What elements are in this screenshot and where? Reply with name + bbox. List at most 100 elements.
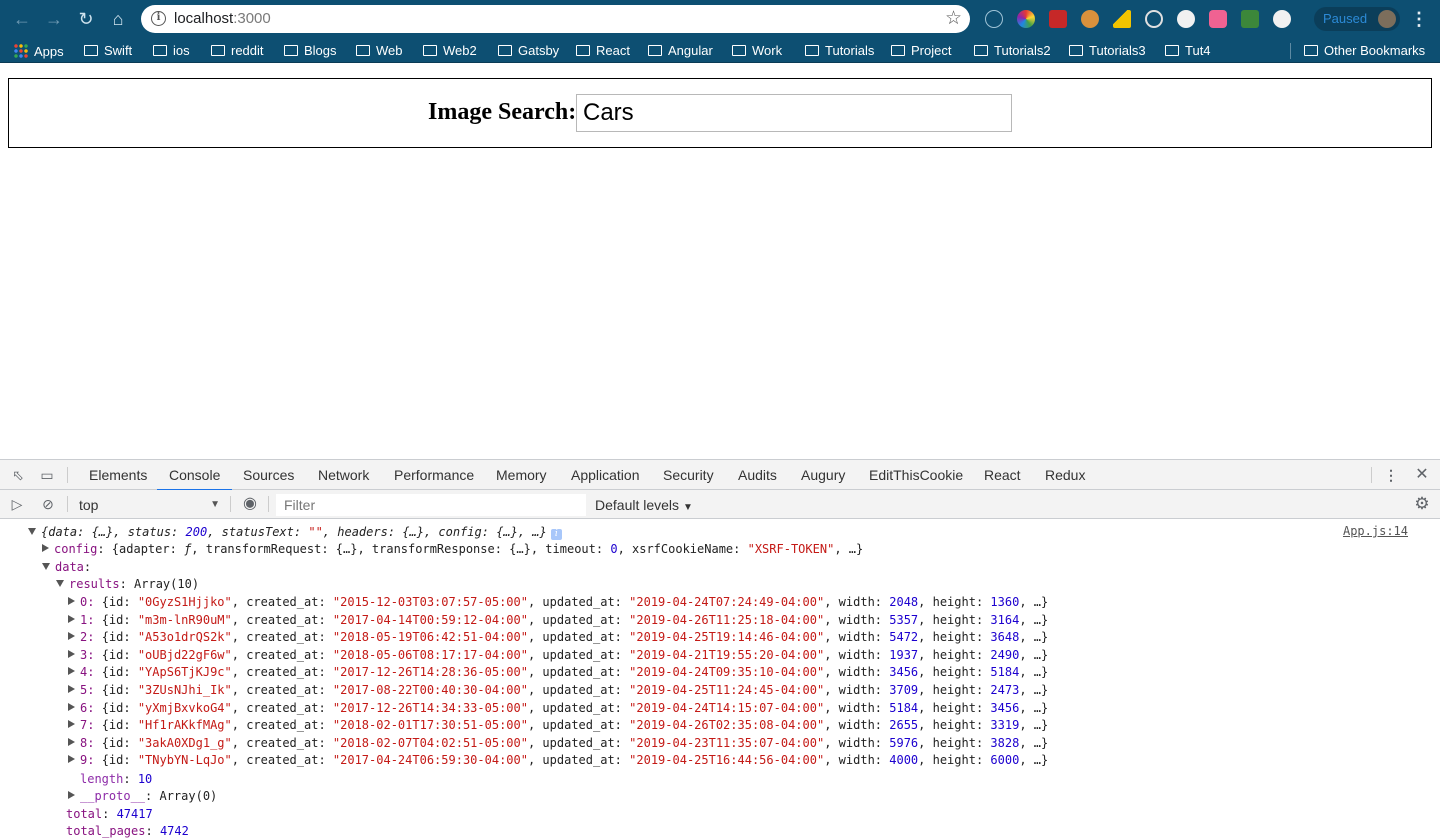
result-row[interactable]: 6: {id: "yXmjBxvkoG4", created_at: "2017… [68, 700, 1048, 717]
tab-network[interactable]: Network [318, 460, 369, 490]
config-row[interactable]: config: {adapter: ƒ, transformRequest: {… [42, 541, 863, 558]
tab-memory[interactable]: Memory [496, 460, 547, 490]
live-expression-eye-icon[interactable]: ◉ [241, 495, 259, 513]
expand-triangle-icon[interactable] [68, 737, 75, 746]
data-row[interactable]: data: [42, 559, 91, 576]
bookmark-folder-tutorials2[interactable]: Tutorials2 [974, 42, 1051, 60]
bookmark-apps[interactable]: Apps [14, 42, 64, 60]
result-row[interactable]: 7: {id: "Hf1rAKkfMAg", created_at: "2018… [68, 717, 1048, 734]
caret-down-icon: ▼ [682, 502, 693, 513]
extension-video-icon[interactable] [1209, 10, 1227, 28]
bookmark-folder-ios[interactable]: ios [153, 42, 190, 60]
bookmark-folder-react[interactable]: React [576, 42, 630, 60]
result-row[interactable]: 2: {id: "A53o1drQS2k", created_at: "2018… [68, 629, 1048, 646]
result-updated-at: "2019-04-26T11:25:18-04:00" [629, 612, 825, 627]
clear-console-icon[interactable]: ⊘ [39, 495, 57, 513]
expand-triangle-icon[interactable] [42, 563, 50, 570]
result-row[interactable]: 3: {id: "oUBjd22gF6w", created_at: "2018… [68, 647, 1048, 664]
extension-redux-icon[interactable] [1177, 10, 1195, 28]
bookmark-folder-web2[interactable]: Web2 [423, 42, 477, 60]
address-bar[interactable]: i localhost:3000 ☆ [141, 5, 970, 33]
context-selector[interactable]: top ▼ [79, 496, 225, 514]
expand-triangle-icon[interactable] [28, 528, 36, 535]
home-icon[interactable]: ⌂ [106, 7, 130, 31]
bookmark-folder-work[interactable]: Work [732, 42, 782, 60]
console-filter-input[interactable]: Filter [276, 494, 586, 516]
expand-triangle-icon[interactable] [42, 544, 49, 552]
inspect-element-icon[interactable]: ⬁ [9, 466, 27, 484]
expand-triangle-icon[interactable] [68, 685, 75, 693]
tab-security[interactable]: Security [663, 460, 714, 490]
device-toolbar-icon[interactable]: ▭ [38, 466, 56, 484]
tab-console[interactable]: Console [156, 460, 233, 491]
extension-node-icon[interactable] [1241, 10, 1259, 28]
tab-augury[interactable]: Augury [801, 460, 845, 490]
expand-triangle-icon[interactable] [68, 649, 75, 658]
bookmark-folder-tut4[interactable]: Tut4 [1165, 42, 1211, 60]
console-settings-gear-icon[interactable]: ⚙ [1413, 495, 1431, 513]
results-row[interactable]: results: Array(10) [56, 576, 199, 593]
expand-triangle-icon[interactable] [68, 720, 75, 729]
browser-menu-icon[interactable]: ⋮ [1410, 8, 1428, 30]
expand-triangle-icon[interactable] [68, 597, 75, 605]
expand-triangle-icon[interactable] [68, 667, 75, 676]
bookmark-folder-tutorials3[interactable]: Tutorials3 [1069, 42, 1146, 60]
bookmark-folder-web[interactable]: Web [356, 42, 403, 60]
forward-icon[interactable]: → [42, 7, 66, 31]
expand-triangle-icon[interactable] [68, 755, 75, 764]
result-height: 3319 [990, 718, 1020, 733]
result-height: 5184 [990, 665, 1020, 680]
expand-triangle-icon[interactable] [68, 791, 75, 799]
proto-row[interactable]: __proto__: Array(0) [68, 788, 217, 805]
bookmark-folder-other[interactable]: Other Bookmarks [1304, 42, 1425, 60]
tab-elements[interactable]: Elements [89, 460, 147, 490]
reload-icon[interactable]: ↻ [74, 7, 98, 31]
tab-editthiscookie[interactable]: EditThisCookie [869, 460, 963, 490]
expand-triangle-icon[interactable] [68, 632, 75, 641]
extension-target-icon[interactable] [1145, 10, 1163, 28]
total-row: total: 47417 [66, 807, 153, 821]
extension-cookie-icon[interactable] [1081, 10, 1099, 28]
bookmark-folder-blogs[interactable]: Blogs [284, 42, 337, 60]
result-row[interactable]: 1: {id: "m3m-lnR90uM", created_at: "2017… [68, 612, 1048, 629]
extension-json-icon[interactable] [985, 10, 1003, 28]
result-row[interactable]: 9: {id: "TNybYN-LqJo", created_at: "2017… [68, 752, 1048, 769]
log-levels-dropdown[interactable]: Default levels ▼ [595, 496, 693, 517]
close-devtools-icon[interactable]: ✕ [1413, 466, 1431, 484]
tab-performance[interactable]: Performance [394, 460, 474, 490]
bookmark-folder-swift[interactable]: Swift [84, 42, 132, 60]
extension-color-icon[interactable] [1017, 10, 1035, 28]
console-sidebar-icon[interactable]: ▷ [8, 495, 26, 513]
site-info-icon[interactable]: i [151, 11, 166, 26]
bookmark-star-icon[interactable]: ☆ [945, 7, 962, 30]
tab-application[interactable]: Application [571, 460, 640, 490]
expand-triangle-icon[interactable] [68, 702, 75, 711]
profile-paused-button[interactable]: Paused [1314, 7, 1400, 31]
tab-audits[interactable]: Audits [738, 460, 777, 490]
tab-sources[interactable]: Sources [243, 460, 294, 490]
devtools-menu-icon[interactable]: ⋮ [1382, 466, 1400, 484]
bookmark-folder-angular[interactable]: Angular [648, 42, 713, 60]
expand-triangle-icon[interactable] [68, 614, 75, 623]
tab-react[interactable]: React [984, 460, 1021, 490]
url-host: localhost [174, 10, 234, 27]
extension-angular-icon[interactable] [1049, 10, 1067, 28]
result-row[interactable]: 0: {id: "0GyzS1Hjjko", created_at: "2015… [68, 594, 1048, 611]
bookmark-folder-tutorials[interactable]: Tutorials [805, 42, 874, 60]
result-row[interactable]: 5: {id: "3ZUsNJhi_Ik", created_at: "2017… [68, 682, 1048, 699]
console-log-summary[interactable]: {data: {…}, status: 200, statusText: "",… [28, 524, 562, 541]
bookmark-folder-reddit[interactable]: reddit [211, 42, 264, 60]
back-icon[interactable]: ← [10, 7, 34, 31]
tab-redux[interactable]: Redux [1045, 460, 1085, 490]
result-row[interactable]: 8: {id: "3akA0XDg1_g", created_at: "2018… [68, 735, 1048, 752]
bookmark-label: Web [376, 43, 403, 58]
bookmark-folder-gatsby[interactable]: Gatsby [498, 42, 559, 60]
source-link[interactable]: App.js:14 [1343, 524, 1408, 538]
address-url[interactable]: localhost:3000 [174, 10, 271, 27]
extension-pencil-icon[interactable] [1113, 10, 1131, 28]
extension-dark-mode-icon[interactable] [1273, 10, 1291, 28]
bookmark-folder-project[interactable]: Project [891, 42, 951, 60]
search-input[interactable] [576, 94, 1012, 132]
expand-triangle-icon[interactable] [56, 580, 64, 587]
result-row[interactable]: 4: {id: "YApS6TjKJ9c", created_at: "2017… [68, 664, 1048, 681]
